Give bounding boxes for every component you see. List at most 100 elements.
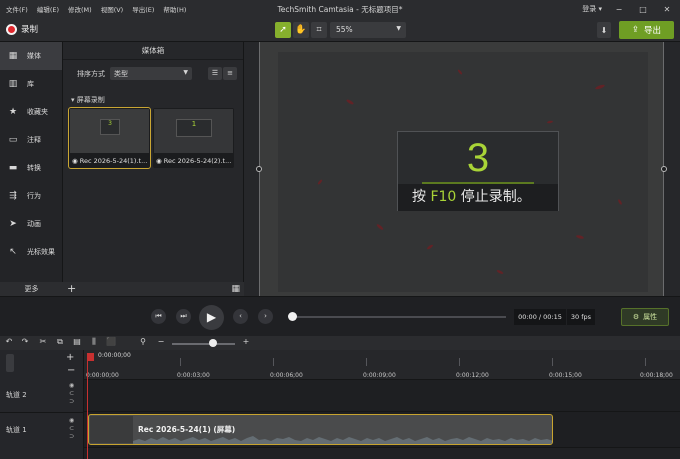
screen-recording-section[interactable]: ▾ 屏幕录制 (71, 95, 105, 105)
track-label-1[interactable]: 轨道 1 (6, 425, 27, 435)
nav-item-library[interactable]: ▥ 库 (0, 70, 62, 98)
step-forward-button[interactable]: ⏭ (176, 309, 191, 324)
tick-mark (645, 358, 646, 366)
zoom-value: 55% (336, 25, 353, 34)
track-headers: + − 轨道 2 ◉ ⊂ ⊃ 轨道 1 ◉ ⊂ ⊃ (0, 350, 84, 459)
record-button[interactable]: 录制 (6, 23, 38, 35)
library-icon: ▥ (8, 79, 18, 89)
tick-mark (180, 358, 181, 366)
thumb-countdown: 3 (100, 119, 120, 135)
grid-view-icon[interactable]: ▦ (231, 282, 240, 296)
add-track-button[interactable]: + (66, 352, 74, 363)
menu-file[interactable]: 文件(F) (6, 4, 28, 14)
tick-label: 0:00:09;00 (363, 372, 396, 379)
thumb-countdown: 1 (176, 119, 212, 137)
film-icon: ▦ (8, 51, 18, 61)
more-button[interactable]: 更多 (0, 282, 63, 296)
nav-item-media[interactable]: ▦ 媒体 (0, 42, 62, 70)
login-button[interactable]: 登录 ▾ (582, 4, 602, 14)
nav-item-label: 媒体 (27, 52, 41, 60)
step-back-button[interactable]: ⏮ (151, 309, 166, 324)
behavior-icon: ⇶ (9, 191, 17, 201)
track-label-2[interactable]: 轨道 2 (6, 390, 27, 400)
track-2-controls[interactable]: ◉ ⊂ ⊃ (69, 382, 74, 406)
next-marker-button[interactable]: › (258, 309, 273, 324)
export-button[interactable]: ⇪ 导出 (619, 21, 674, 39)
nav-item-cursor-effects[interactable]: ↖ 光标效果 (0, 238, 62, 266)
chevron-left-icon: ‹ (239, 312, 242, 320)
scrub-bar[interactable] (291, 316, 506, 318)
resize-handle-right[interactable] (661, 166, 667, 172)
timeline-clip[interactable]: Rec 2026-5-24(1) (屏幕) (88, 414, 553, 445)
remove-track-button[interactable]: − (67, 365, 75, 376)
transition-icon: ▬ (8, 163, 18, 173)
track-1-controls[interactable]: ◉ ⊂ ⊃ (69, 417, 74, 441)
export-label: 导出 (644, 26, 662, 36)
add-media-button[interactable]: + (67, 282, 76, 296)
menu-help[interactable]: 帮助(H) (163, 4, 186, 14)
previous-marker-button[interactable]: ‹ (233, 309, 248, 324)
minimize-button[interactable]: − (612, 5, 626, 14)
playhead[interactable] (87, 353, 94, 361)
zoom-in-icon[interactable]: + (240, 337, 252, 346)
nav-item-label: 收藏夹 (27, 108, 48, 116)
nav-item-label: 注释 (27, 136, 41, 144)
recording-countdown: 3 按 F10 停止录制。 (397, 131, 559, 211)
scrub-handle[interactable] (288, 312, 297, 321)
stop-hint: 按 F10 停止录制。 (398, 184, 558, 211)
nav-item-behaviors[interactable]: ⇶ 行为 (0, 182, 62, 210)
menu-export[interactable]: 导出(E) (132, 4, 154, 14)
pan-tool-button[interactable]: ✋ (293, 22, 309, 38)
caret-down-icon: ▾ (71, 96, 75, 104)
zoom-search-icon[interactable]: ⚲ (137, 337, 149, 346)
menu-edit[interactable]: 编辑(E) (37, 4, 59, 14)
timeline-ruler[interactable]: 0:00:00;00 0:00:00;00 0:00:03;00 0:00:06… (84, 350, 680, 380)
view-details-button[interactable]: ≡ (223, 67, 237, 80)
playhead-time: 0:00:00;00 (98, 352, 131, 359)
left-nav: ▦ 媒体 ▥ 库 ★ 收藏夹 ▭ 注释 ▬ 转换 ⇶ 行为 ➤ 动画 ↖ 光标效… (0, 42, 63, 296)
nav-item-favorites[interactable]: ★ 收藏夹 (0, 98, 62, 126)
play-button[interactable]: ▶ (199, 305, 224, 330)
resize-handle-left[interactable] (256, 166, 262, 172)
download-button[interactable]: ⬇ (597, 22, 611, 38)
tick-label: 0:00:18;00 (640, 372, 673, 379)
redo-icon[interactable]: ↷ (19, 337, 31, 346)
canvas-area: 3 按 F10 停止录制。 (244, 42, 680, 296)
step-back-icon: ⏮ (155, 312, 162, 320)
timeline-zoom-handle[interactable] (209, 339, 217, 347)
timeline[interactable]: 0:00:00;00 0:00:00;00 0:00:03;00 0:00:06… (84, 350, 680, 459)
cursor-effect-icon: ↖ (9, 247, 17, 257)
cut-icon[interactable]: ✂ (37, 337, 49, 346)
stop-hint-suffix: 停止录制。 (456, 189, 531, 205)
track-height-slider[interactable] (6, 354, 14, 372)
zoom-select[interactable]: 55% ▼ (330, 22, 406, 38)
zoom-out-icon[interactable]: − (155, 337, 167, 346)
nav-item-annotations[interactable]: ▭ 注释 (0, 126, 62, 154)
menu-modify[interactable]: 修改(M) (68, 4, 92, 14)
crop-tool-button[interactable]: ⌗ (311, 22, 327, 38)
chevron-right-icon: › (264, 312, 267, 320)
media-thumb-2[interactable]: 1 ◉ Rec 2026-5-24(2).t... (153, 108, 234, 168)
sort-select[interactable]: 类型 ▼ (110, 67, 192, 80)
close-button[interactable]: ✕ (660, 5, 674, 14)
nav-item-transitions[interactable]: ▬ 转换 (0, 154, 62, 182)
undo-icon[interactable]: ↶ (3, 337, 15, 346)
paste-icon[interactable]: ▤ (71, 337, 83, 346)
star-icon: ★ (8, 107, 18, 117)
media-thumb-1[interactable]: 3 ◉ Rec 2026-5-24(1).t... (68, 107, 151, 169)
tick-label: 0:00:15;00 (549, 372, 582, 379)
thumb-caption: ◉ Rec 2026-5-24(2).t... (156, 157, 232, 165)
chevron-down-icon: ▼ (396, 25, 401, 32)
nav-item-animations[interactable]: ➤ 动画 (0, 210, 62, 238)
copy-icon[interactable]: ⧉ (54, 337, 66, 347)
properties-button[interactable]: ⚙ 属性 (621, 308, 669, 326)
maximize-button[interactable]: □ (636, 5, 650, 14)
track-row-2[interactable] (84, 380, 680, 412)
view-thumbnails-button[interactable]: ☰ (208, 67, 222, 80)
camera-icon[interactable]: ⬛ (105, 337, 117, 346)
split-icon[interactable]: ⫼ (88, 337, 100, 347)
menu-view[interactable]: 视图(V) (101, 4, 124, 14)
canvas-stage[interactable]: 3 按 F10 停止录制。 (259, 42, 664, 296)
timeline-zoom-slider[interactable] (172, 343, 235, 345)
select-tool-button[interactable]: ➚ (275, 22, 291, 38)
